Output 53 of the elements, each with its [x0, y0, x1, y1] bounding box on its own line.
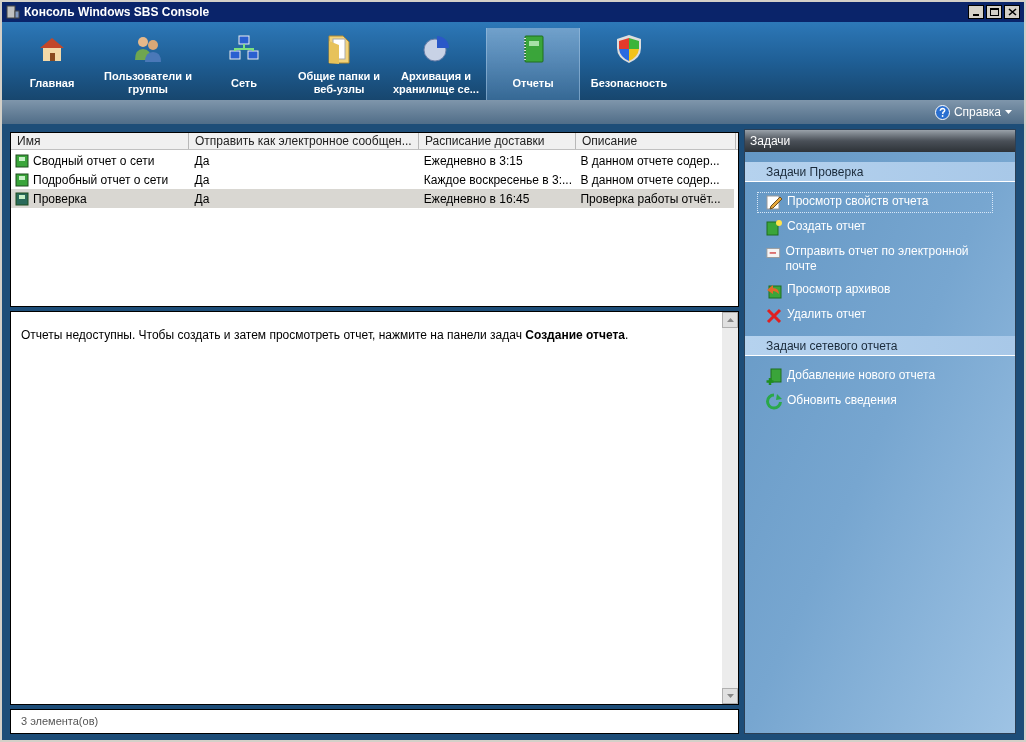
report-icon [15, 153, 29, 168]
task-group-title: Задачи Проверка [766, 163, 864, 181]
nav-tab[interactable]: Сеть [196, 28, 292, 100]
details-message: Отчеты недоступны. Чтобы создать и затем просмотреть отчет, нажмите на панели задач Создание отчета. [21, 327, 630, 344]
table-cell-text: Ежедневно в 16:45 [423, 190, 530, 208]
archive-icon [766, 282, 783, 299]
caret-icon [1005, 110, 1012, 114]
table-cell-text: В данном отчете содер... [580, 171, 720, 189]
scrollbar[interactable] [722, 312, 738, 704]
report-icon [15, 191, 29, 206]
close-icon [1007, 8, 1017, 16]
column-header[interactable]: Отправить как электронное сообщен... [189, 133, 419, 149]
help-menu[interactable]: Справка [953, 103, 1001, 121]
column-header[interactable]: Расписание доставки [419, 133, 576, 149]
table-row[interactable]: Подробный отчет о сети Да Каждое воскресенье в 3:... В данном отчете содер... [11, 170, 734, 189]
new-report-icon [766, 219, 783, 236]
nav-tab[interactable]: Архивация и хранилище се... [386, 28, 486, 100]
tasks-title: Задачи [750, 133, 791, 150]
table-cell-text: Ежедневно в 3:15 [423, 152, 523, 170]
column-header[interactable]: Описание [576, 133, 736, 149]
delete-icon [766, 307, 783, 324]
pie-chart-icon [420, 33, 452, 65]
table-cell-text: Подробный отчет о сети [33, 171, 169, 189]
table-cell-text: Да [194, 171, 210, 189]
table-cell-text: Да [194, 152, 210, 170]
refresh-icon [766, 393, 783, 410]
app-icon [6, 5, 20, 19]
task-group-title: Задачи сетевого отчета [766, 337, 898, 355]
table-cell-text: Каждое воскресенье в 3:... [423, 171, 573, 189]
table-cell-text: Сводный отчет о сети [33, 152, 155, 170]
maximize-button[interactable] [986, 5, 1002, 19]
nav-tab[interactable]: Главная [4, 28, 100, 100]
help-icon [934, 104, 950, 120]
scroll-down-icon [726, 694, 734, 698]
add-report-icon [766, 368, 783, 385]
nav-tab[interactable]: Общие папки и веб-узлы [292, 28, 386, 100]
minimize-button[interactable] [968, 5, 984, 19]
table-cell-text: Проверка работы отчёт... [580, 190, 721, 208]
scroll-up-icon [726, 318, 734, 322]
table-row[interactable]: Проверка Да Ежедневно в 16:45 Проверка работы отчёт... [11, 189, 734, 208]
pencil-icon [766, 194, 783, 211]
table-row[interactable]: Сводный отчет о сети Да Ежедневно в 3:15 В данном отчете содер... [11, 151, 734, 170]
nav-tab[interactable]: Безопасность [580, 28, 678, 100]
table-cell-text: Да [194, 190, 210, 208]
status-text: 3 элемента(ов) [21, 714, 99, 730]
window-title: Консоль Windows SBS Console [24, 4, 211, 21]
table-cell-text: Проверка [33, 190, 87, 208]
nav-tab[interactable]: Пользователи и группы [100, 28, 196, 100]
nav-tab[interactable]: Отчеты [486, 28, 580, 100]
table-cell-text: В данном отчете содер... [580, 152, 720, 170]
report-icon [15, 172, 29, 187]
close-button[interactable] [1004, 5, 1020, 19]
column-header[interactable]: Имя [11, 133, 189, 149]
